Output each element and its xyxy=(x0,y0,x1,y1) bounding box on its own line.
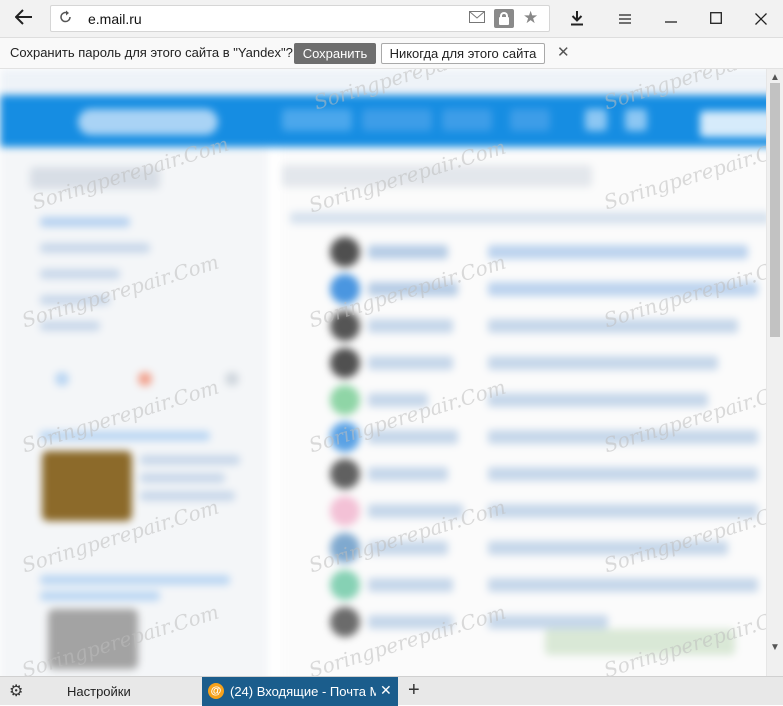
row-subject xyxy=(488,393,708,407)
scroll-thumb[interactable] xyxy=(770,83,780,337)
row-subject xyxy=(488,578,758,592)
minimize-button[interactable] xyxy=(654,0,688,38)
mail-favicon-icon: @ xyxy=(208,683,224,699)
lock-icon[interactable] xyxy=(494,9,514,28)
mail-logo xyxy=(78,109,218,135)
scroll-up-icon[interactable]: ▲ xyxy=(770,72,780,83)
sidebar-dot xyxy=(138,372,152,386)
gear-icon[interactable]: ⚙ xyxy=(9,681,23,701)
row-subject xyxy=(488,504,758,518)
maximize-button[interactable] xyxy=(699,0,733,38)
sidebar-dot xyxy=(225,372,239,386)
row-sender xyxy=(368,356,453,370)
avatar xyxy=(330,459,360,489)
download-button[interactable] xyxy=(560,0,594,38)
download-icon xyxy=(570,10,584,29)
row-sender xyxy=(368,578,453,592)
header-tab xyxy=(625,109,647,131)
tab-inbox[interactable]: @ (24) Входящие - Почта М ✕ xyxy=(202,677,398,706)
header-tab xyxy=(585,109,607,131)
avatar xyxy=(330,348,360,378)
page-viewport: Soringperepair.Com Soringperepair.Com So… xyxy=(0,69,766,676)
row-sender xyxy=(368,245,448,259)
url-text[interactable]: e.mail.ru xyxy=(88,11,142,27)
blurred-mail-page xyxy=(0,69,766,676)
promo-text xyxy=(140,455,240,465)
new-tab-button[interactable]: + xyxy=(408,679,420,702)
star-icon[interactable]: ★ xyxy=(523,8,538,28)
maximize-icon xyxy=(710,11,722,27)
sidebar-promo-title xyxy=(40,591,160,601)
list-header xyxy=(290,212,766,224)
avatar xyxy=(330,237,360,267)
row-subject xyxy=(488,467,758,481)
avatar xyxy=(330,607,360,637)
header-tab xyxy=(442,109,492,131)
tab-close-icon[interactable]: ✕ xyxy=(380,682,392,699)
row-sender xyxy=(368,467,448,481)
tab-settings[interactable]: Настройки xyxy=(67,684,131,699)
avatar xyxy=(330,570,360,600)
vertical-scrollbar[interactable]: ▲ ▼ xyxy=(766,69,783,676)
hamburger-icon xyxy=(619,12,631,27)
row-subject xyxy=(488,356,718,370)
tab-bar: ⚙ Настройки @ (24) Входящие - Почта М ✕ … xyxy=(0,676,783,706)
header-tab xyxy=(510,109,550,131)
reload-icon[interactable] xyxy=(59,10,72,27)
envelope-icon[interactable] xyxy=(469,11,485,26)
browser-toolbar: e.mail.ru ★ xyxy=(0,0,783,38)
promo-text xyxy=(140,473,225,483)
close-window-button[interactable] xyxy=(744,0,778,38)
avatar xyxy=(330,385,360,415)
close-icon xyxy=(755,9,767,30)
sidebar-dot xyxy=(55,372,69,386)
minimize-icon xyxy=(665,12,677,27)
promo-text xyxy=(140,491,235,501)
arrow-left-icon xyxy=(14,8,33,31)
sidebar-promo-image xyxy=(42,451,132,521)
sidebar-promo-title xyxy=(40,575,230,585)
header-search xyxy=(700,111,766,137)
folder-item xyxy=(40,243,150,253)
folder-item xyxy=(40,269,120,279)
menu-button[interactable] xyxy=(608,0,642,38)
address-bar[interactable]: e.mail.ru ★ xyxy=(50,5,550,32)
close-infobar-icon[interactable]: ✕ xyxy=(557,43,570,61)
tab-title: (24) Входящие - Почта М xyxy=(230,684,376,699)
folder-item xyxy=(40,217,130,227)
never-save-button[interactable]: Никогда для этого сайта xyxy=(381,43,545,64)
header-tab xyxy=(362,109,432,131)
row-subject xyxy=(488,245,748,259)
save-password-button[interactable]: Сохранить xyxy=(294,43,376,64)
back-button[interactable] xyxy=(8,0,40,38)
scroll-down-icon[interactable]: ▼ xyxy=(770,642,780,653)
row-sender xyxy=(368,319,453,333)
avatar xyxy=(330,496,360,526)
save-password-message: Сохранить пароль для этого сайта в "Yand… xyxy=(10,45,293,60)
save-password-bar: Сохранить пароль для этого сайта в "Yand… xyxy=(0,38,783,69)
